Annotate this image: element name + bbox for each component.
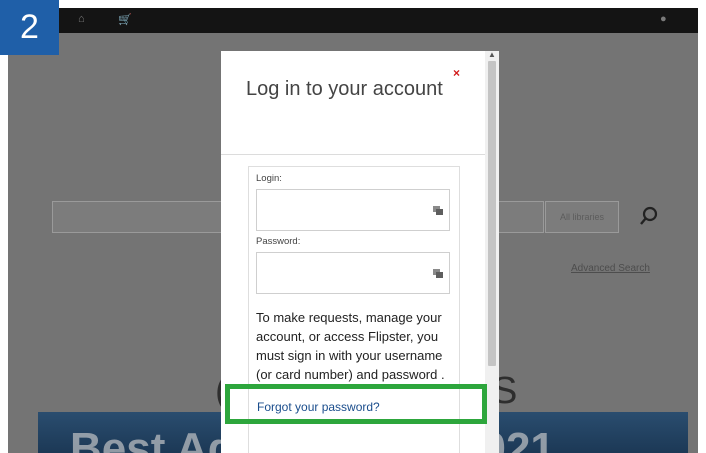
password-label: Password: — [256, 236, 301, 247]
top-navigation-bar: ⌂ 🛒 ● — [8, 8, 698, 33]
close-icon[interactable]: × — [453, 66, 460, 80]
advanced-search-link[interactable]: Advanced Search — [571, 263, 650, 274]
highlight-box — [225, 384, 487, 424]
login-help-text: To make requests, manage your account, o… — [256, 310, 445, 382]
password-manager-icon[interactable] — [433, 269, 443, 278]
password-input[interactable] — [256, 252, 450, 294]
scrollbar-thumb[interactable] — [488, 61, 496, 366]
user-icon[interactable]: ● — [660, 13, 667, 25]
modal-scrollbar[interactable]: ▲ — [485, 51, 499, 453]
modal-header: Log in to your account × — [221, 51, 485, 155]
home-icon[interactable]: ⌂ — [78, 13, 85, 25]
scroll-up-icon[interactable]: ▲ — [488, 51, 496, 59]
modal-title: Log in to your account — [246, 78, 443, 100]
password-manager-icon[interactable] — [433, 206, 443, 215]
login-label: Login: — [256, 173, 282, 184]
login-input[interactable] — [256, 189, 450, 231]
search-scope-select[interactable]: All libraries — [545, 201, 619, 233]
search-icon[interactable] — [638, 205, 660, 227]
cart-icon[interactable]: 🛒 — [118, 13, 132, 26]
step-number-badge: 2 — [0, 0, 59, 55]
